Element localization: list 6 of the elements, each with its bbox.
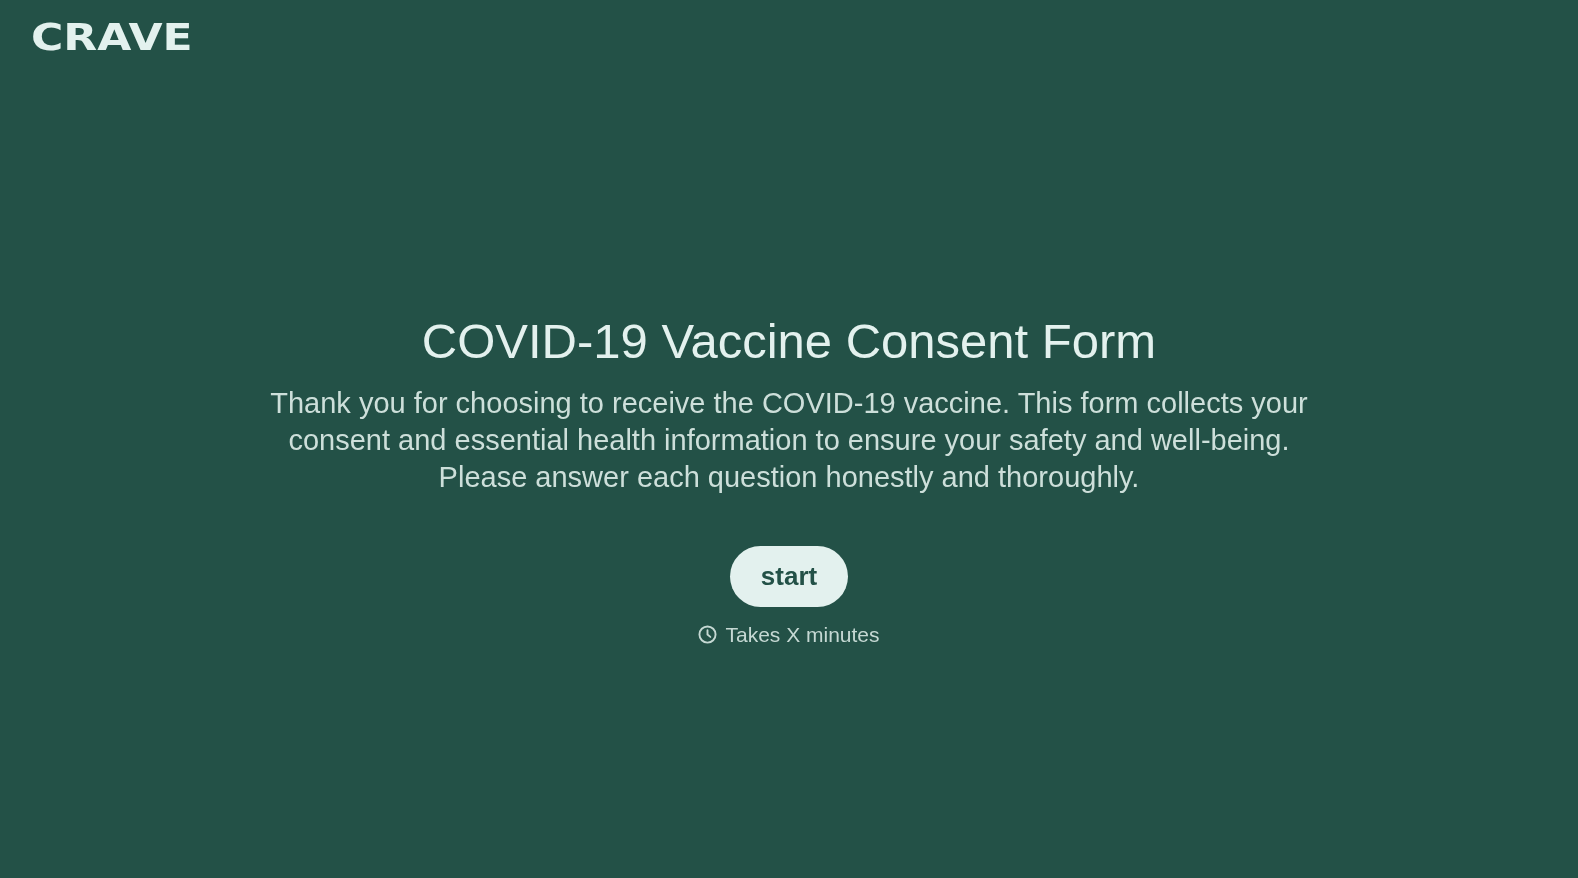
form-title: COVID-19 Vaccine Consent Form (421, 313, 1157, 370)
start-button[interactable]: start (729, 545, 849, 607)
duration-text: Takes X minutes (725, 621, 880, 648)
clock-icon (698, 625, 718, 645)
logo: CRAVE (31, 18, 193, 56)
form-description: Thank you for choosing to receive the COVID-19 vaccine. This form collects your consent and essential health information to ensure your safety and well-being. Please answer each question honestly and thoroughly. (269, 385, 1309, 495)
